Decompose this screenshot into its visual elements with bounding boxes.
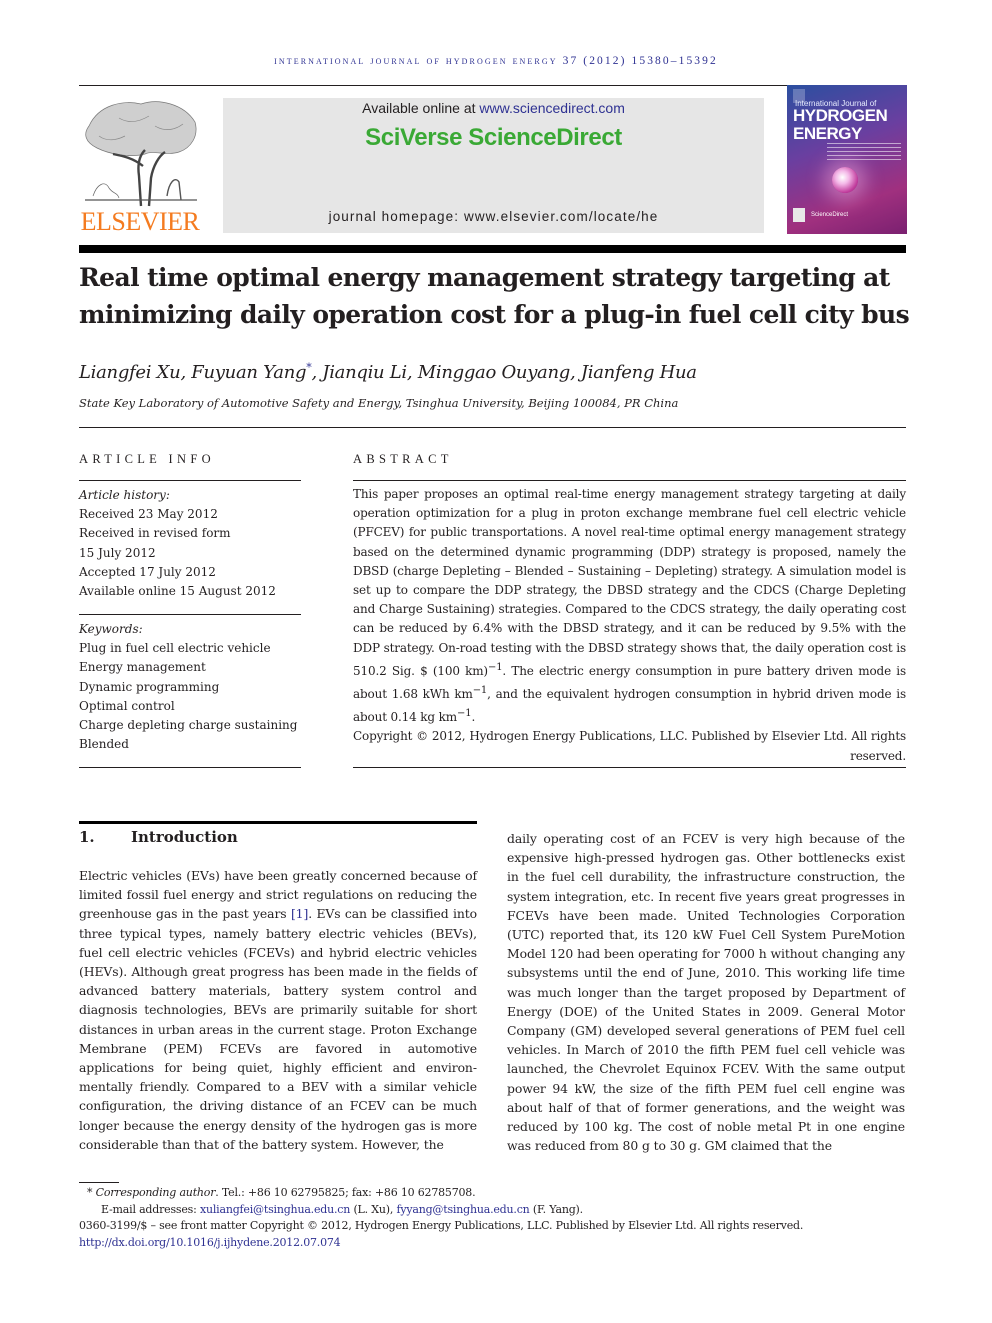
cover-line-2: HYDROGEN: [793, 106, 888, 125]
abstract-text: .: [471, 710, 476, 725]
abstract-paragraph: This paper proposes an optimal real-time…: [353, 485, 906, 727]
keyword-item: Optimal control: [79, 698, 175, 713]
keyword-item: Energy management: [79, 660, 206, 675]
doi-link[interactable]: http://dx.doi.org/10.1016/j.ijhydene.201…: [79, 1235, 919, 1252]
article-title: Real time optimal energy management stra…: [79, 263, 910, 329]
sciencedirect-banner: Available online at www.sciencedirect.co…: [223, 98, 764, 233]
email-note: E-mail addresses: xuliangfei@tsinghua.ed…: [79, 1202, 919, 1219]
article-history: Article history: Received 23 May 2012 Re…: [79, 486, 304, 601]
contact-info: . Tel.: +86 10 62795825; fax: +86 10 627…: [215, 1186, 476, 1199]
corresponding-author-note: * Corresponding author. Tel.: +86 10 627…: [79, 1185, 919, 1202]
journal-homepage[interactable]: journal homepage: www.elsevier.com/locat…: [223, 209, 764, 224]
abstract-text: This paper proposes an optimal real-time…: [353, 487, 906, 678]
section-rule: [79, 821, 477, 824]
elsevier-logo[interactable]: ELSEVIER: [79, 96, 201, 236]
introduction-heading: 1. Introduction: [79, 828, 238, 846]
superscript: −1: [456, 708, 472, 720]
abstract-body: This paper proposes an optimal real-time…: [353, 485, 906, 766]
authors-part-1: Liangfei Xu, Fuyuan Yang: [79, 362, 307, 383]
history-item: 15 July 2012: [79, 545, 156, 560]
header-divider: [79, 245, 906, 253]
section-number: 1.: [79, 828, 95, 846]
introduction-right-column: daily operating cost of an FCEV is very …: [507, 831, 905, 1154]
cover-title: HYDROGEN ENERGY: [793, 106, 888, 143]
body-text: . EVs can be classified into three typic…: [79, 906, 478, 1152]
author-list: Liangfei Xu, Fuyuan Yang*, Jianqiu Li, M…: [79, 361, 697, 383]
header-top-rule: [79, 85, 906, 86]
keyword-item: Plug in fuel cell electric vehicle: [79, 641, 271, 656]
article-history-label: Article history:: [79, 488, 170, 502]
article-info-rule-middle: [79, 614, 301, 615]
section-title: Introduction: [131, 828, 238, 846]
elsevier-tree-icon: [85, 101, 197, 207]
history-item: Accepted 17 July 2012: [79, 564, 216, 579]
keyword-item: Charge depleting charge sustaining: [79, 718, 298, 733]
footnotes: * Corresponding author. Tel.: +86 10 627…: [79, 1185, 919, 1251]
sciverse-sciencedirect-logo[interactable]: SciVerse ScienceDirect: [223, 124, 764, 152]
issn-line: 0360-3199/$ – see front matter Copyright…: [79, 1219, 804, 1232]
history-item: Received in revised form: [79, 526, 231, 541]
abstract-rule-bottom: [353, 767, 906, 768]
abstract-rule-top: [353, 480, 906, 481]
abstract-copyright: Copyright © 2012, Hydrogen Energy Public…: [353, 729, 906, 763]
cover-sciencedirect-logo: ScienceDirect: [811, 212, 849, 218]
email-link[interactable]: xuliangfei@tsinghua.edu.cn: [200, 1203, 350, 1216]
article-info-heading: ARTICLE INFO: [79, 452, 215, 466]
superscript: −1: [487, 661, 503, 673]
affiliation-rule: [79, 427, 906, 428]
authors-part-2: , Jianqiu Li, Minggao Ouyang, Jianfeng H…: [311, 362, 697, 383]
email-owner: (L. Xu),: [350, 1202, 397, 1216]
cover-society-icon: [793, 208, 805, 222]
cover-line-3: ENERGY: [793, 124, 862, 143]
cover-editors-text: [827, 143, 901, 163]
abstract-heading: ABSTRACT: [353, 452, 453, 466]
elsevier-wordmark: ELSEVIER: [80, 207, 200, 236]
footnote-mark: *: [87, 1186, 93, 1199]
available-online-label: Available online at: [362, 100, 480, 116]
history-item: Received 23 May 2012: [79, 507, 218, 522]
available-online-line: Available online at www.sciencedirect.co…: [223, 100, 764, 116]
keywords-label: Keywords:: [79, 622, 143, 636]
footnote-rule: [79, 1182, 119, 1183]
email-link[interactable]: fyyang@tsinghua.edu.cn: [396, 1203, 529, 1216]
history-item: Available online 15 August 2012: [79, 584, 276, 599]
email-label: E-mail addresses:: [101, 1202, 200, 1216]
keyword-item: Dynamic programming: [79, 679, 220, 694]
affiliation: State Key Laboratory of Automotive Safet…: [79, 396, 679, 410]
email-owner: (F. Yang).: [529, 1202, 583, 1216]
corresponding-author-label: Corresponding author: [95, 1186, 216, 1199]
running-head: International Journal of Hydrogen Energy…: [274, 55, 718, 67]
keyword-item: Blended: [79, 737, 129, 752]
sciencedirect-link[interactable]: www.sciencedirect.com: [479, 100, 625, 116]
citation-link[interactable]: [1]: [291, 906, 308, 921]
article-info-rule-top: [79, 480, 301, 481]
keywords: Keywords: Plug in fuel cell electric veh…: [79, 620, 304, 754]
journal-cover-image[interactable]: International Journal of HYDROGEN ENERGY…: [787, 85, 907, 234]
superscript: −1: [472, 685, 488, 697]
introduction-left-column: Electric vehicles (EVs) have been greatl…: [79, 866, 477, 1154]
cover-orb-graphic: [832, 167, 858, 193]
article-info-rule-bottom: [79, 767, 301, 768]
